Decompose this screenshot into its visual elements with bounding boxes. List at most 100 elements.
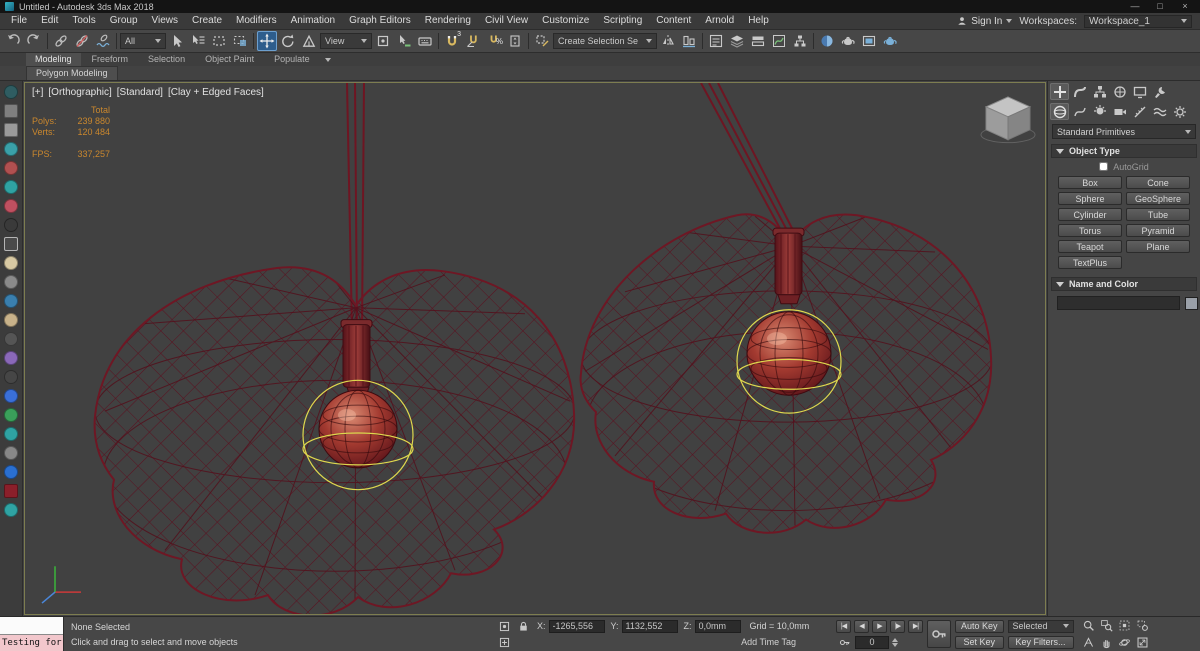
category-lights-icon[interactable] (1090, 103, 1109, 120)
percent-snap-icon[interactable]: % (484, 31, 504, 51)
custom-toolbar-icon-19[interactable] (4, 427, 18, 441)
go-to-start-button[interactable]: |◀ (836, 619, 851, 633)
selection-lock-toggle-icon[interactable] (515, 618, 531, 634)
schematic-view-icon[interactable] (790, 31, 810, 51)
ribbon-tab-object-paint[interactable]: Object Paint (196, 53, 263, 66)
menu-create[interactable]: Create (185, 13, 229, 29)
select-and-move-icon[interactable] (257, 31, 277, 51)
autogrid-checkbox[interactable] (1099, 162, 1109, 171)
maximize-viewport-toggle-icon[interactable] (1135, 635, 1151, 651)
custom-toolbar-icon-22[interactable] (4, 484, 18, 498)
selection-filter-dropdown[interactable]: All (120, 33, 166, 49)
custom-toolbar-icon-16[interactable] (4, 370, 18, 384)
category-shapes-icon[interactable] (1070, 103, 1089, 120)
object-type-rollout-header[interactable]: Object Type (1051, 144, 1197, 158)
sphere-primitive-icon[interactable] (4, 256, 18, 270)
box-primitive-icon[interactable] (4, 237, 18, 251)
custom-toolbar-icon-23[interactable] (4, 503, 18, 517)
plane-button[interactable]: Plane (1126, 240, 1190, 253)
menu-rendering[interactable]: Rendering (418, 13, 478, 29)
keyboard-shortcut-override-icon[interactable] (415, 31, 435, 51)
isolate-selection-toggle-icon[interactable] (496, 618, 512, 634)
zoom-extents-icon[interactable] (1117, 618, 1133, 634)
workspace-dropdown[interactable]: Workspace_1 (1084, 14, 1192, 28)
y-coordinate-input[interactable] (621, 619, 678, 633)
use-pivot-center-icon[interactable] (373, 31, 393, 51)
viewport-scene[interactable] (25, 83, 1045, 614)
align-icon[interactable] (679, 31, 699, 51)
set-key-button[interactable]: Set Key (955, 635, 1004, 649)
menu-scripting[interactable]: Scripting (596, 13, 649, 29)
menu-animation[interactable]: Animation (284, 13, 342, 29)
pan-icon[interactable] (1099, 635, 1115, 651)
menu-edit[interactable]: Edit (34, 13, 65, 29)
custom-toolbar-icon-2[interactable] (4, 104, 18, 118)
ribbon-tab-freeform[interactable]: Freeform (83, 53, 138, 66)
minimize-button[interactable]: — (1125, 0, 1145, 13)
ribbon-tab-selection[interactable]: Selection (139, 53, 194, 66)
set-key-toggle-button[interactable] (927, 620, 951, 648)
viewport-standard-menu[interactable]: [Standard] (117, 87, 163, 98)
object-color-swatch[interactable] (1185, 296, 1198, 310)
custom-toolbar-icon-15[interactable] (4, 351, 18, 365)
lamp2-socket[interactable] (772, 227, 805, 296)
absolute-offset-toggle-icon[interactable] (496, 634, 512, 650)
unlink-selection-icon[interactable] (72, 31, 92, 51)
custom-toolbar-icon-7[interactable] (4, 199, 18, 213)
key-filters-button[interactable]: Key Filters... (1007, 635, 1074, 649)
custom-toolbar-icon-3[interactable] (4, 123, 18, 137)
menu-arnold[interactable]: Arnold (698, 13, 741, 29)
viewport[interactable]: [+] [Orthographic] [Standard] [Clay + Ed… (24, 82, 1046, 615)
sign-in-button[interactable]: Sign In (957, 16, 1013, 27)
object-name-input[interactable] (1057, 296, 1180, 310)
tab-utilities-icon[interactable] (1150, 83, 1169, 100)
menu-content[interactable]: Content (649, 13, 698, 29)
curve-editor-icon[interactable] (769, 31, 789, 51)
custom-toolbar-icon-4[interactable] (4, 142, 18, 156)
bind-to-space-warp-icon[interactable] (93, 31, 113, 51)
named-selection-sets-dropdown[interactable]: Create Selection Se (553, 33, 657, 49)
viewport-pov-menu[interactable]: [Orthographic] (48, 87, 111, 98)
toggle-ribbon-icon[interactable] (748, 31, 768, 51)
zoom-icon[interactable] (1081, 618, 1097, 634)
geosphere-button[interactable]: GeoSphere (1126, 192, 1190, 205)
category-cameras-icon[interactable] (1110, 103, 1129, 120)
custom-toolbar-icon-11[interactable] (4, 275, 18, 289)
menu-file[interactable]: File (4, 13, 34, 29)
custom-toolbar-icon-5[interactable] (4, 161, 18, 175)
custom-toolbar-icon-12[interactable] (4, 294, 18, 308)
menu-graph-editors[interactable]: Graph Editors (342, 13, 418, 29)
render-production-icon[interactable] (880, 31, 900, 51)
toggle-scene-explorer-icon[interactable] (706, 31, 726, 51)
window-crossing-toggle-icon[interactable] (230, 31, 250, 51)
ribbon-tab-populate[interactable]: Populate (265, 53, 319, 66)
zoom-region-icon[interactable] (1135, 618, 1151, 634)
select-and-manipulate-icon[interactable] (394, 31, 414, 51)
tab-motion-icon[interactable] (1110, 83, 1129, 100)
material-editor-icon[interactable] (817, 31, 837, 51)
tube-button[interactable]: Tube (1126, 208, 1190, 221)
menu-customize[interactable]: Customize (535, 13, 596, 29)
next-frame-button[interactable]: |▶ (890, 619, 905, 633)
ribbon-minimize-icon[interactable] (321, 54, 335, 66)
tab-create-icon[interactable] (1050, 83, 1069, 100)
ribbon-subtab-polygon-modeling[interactable]: Polygon Modeling (26, 66, 118, 80)
macro-recorder-line[interactable] (0, 617, 63, 635)
select-and-link-icon[interactable] (51, 31, 71, 51)
sphere-button[interactable]: Sphere (1058, 192, 1122, 205)
frame-number-input[interactable] (855, 635, 889, 649)
box-button[interactable]: Box (1058, 176, 1122, 189)
tab-display-icon[interactable] (1130, 83, 1149, 100)
lamp1-cords[interactable] (346, 83, 365, 330)
z-coordinate-input[interactable] (694, 619, 741, 633)
custom-toolbar-icon-18[interactable] (4, 408, 18, 422)
tab-modify-icon[interactable] (1070, 83, 1089, 100)
field-of-view-icon[interactable] (1081, 635, 1097, 651)
mirror-icon[interactable] (658, 31, 678, 51)
rendered-frame-window-icon[interactable] (859, 31, 879, 51)
toggle-layer-explorer-icon[interactable] (727, 31, 747, 51)
name-and-color-rollout-header[interactable]: Name and Color (1051, 277, 1197, 291)
close-button[interactable]: × (1175, 0, 1195, 13)
category-helpers-icon[interactable] (1130, 103, 1149, 120)
cylinder-button[interactable]: Cylinder (1058, 208, 1122, 221)
